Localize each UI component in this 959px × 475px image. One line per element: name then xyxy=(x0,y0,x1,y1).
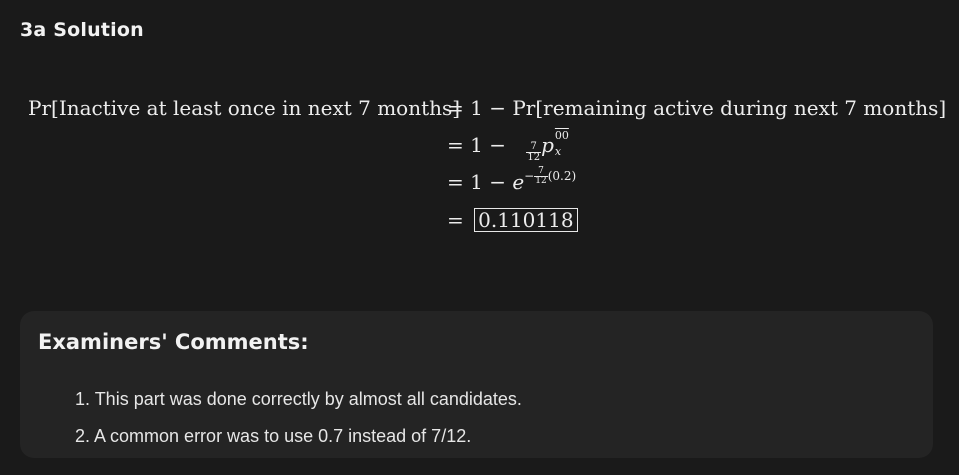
solution-heading: 3a Solution xyxy=(20,19,144,41)
line-2-prefix: = 1 − xyxy=(447,133,506,157)
equation-line-1: = 1 − Pr[remaining active during next 7 … xyxy=(447,96,947,120)
line-3-exponent: − 7 12 (0.2) xyxy=(524,167,576,186)
comment-item: 1. This part was done correctly by almos… xyxy=(75,389,522,409)
examiners-comments-title: Examiners' Comments: xyxy=(38,330,309,354)
equation-line-3: = 1 − e − 7 12 (0.2) xyxy=(447,167,576,195)
examiners-comments-list: 1. This part was done correctly by almos… xyxy=(75,381,522,455)
equation-lhs: Pr[Inactive at least once in next 7 mont… xyxy=(28,96,461,120)
line-4-prefix: = xyxy=(447,208,464,232)
examiners-comments-card: Examiners' Comments: 1. This part was do… xyxy=(20,311,933,458)
line-3-exp-tail: (0.2) xyxy=(547,169,577,183)
line-3-prefix: = 1 − xyxy=(447,170,506,194)
line-2-frac-den: 12 xyxy=(527,152,541,163)
line-2-p: p xyxy=(541,133,554,157)
equation-line-4: = 0.110118 xyxy=(447,208,578,232)
line-2-subscript: x xyxy=(554,145,562,158)
line-2-fraction: 7 12 xyxy=(526,142,542,163)
line-2-superscript: 00 xyxy=(554,129,569,142)
equation-line-2: = 1 − 7 12 p 00 x xyxy=(447,129,569,163)
line-3-exp-frac-den: 12 xyxy=(535,176,547,186)
line-3-exp-fraction: 7 12 xyxy=(534,167,548,186)
line-3-e: e xyxy=(512,170,525,194)
final-answer-box: 0.110118 xyxy=(474,208,578,232)
comment-item: 2. A common error was to use 0.7 instead… xyxy=(75,426,472,446)
line-3-exp-sign: − xyxy=(524,169,535,183)
